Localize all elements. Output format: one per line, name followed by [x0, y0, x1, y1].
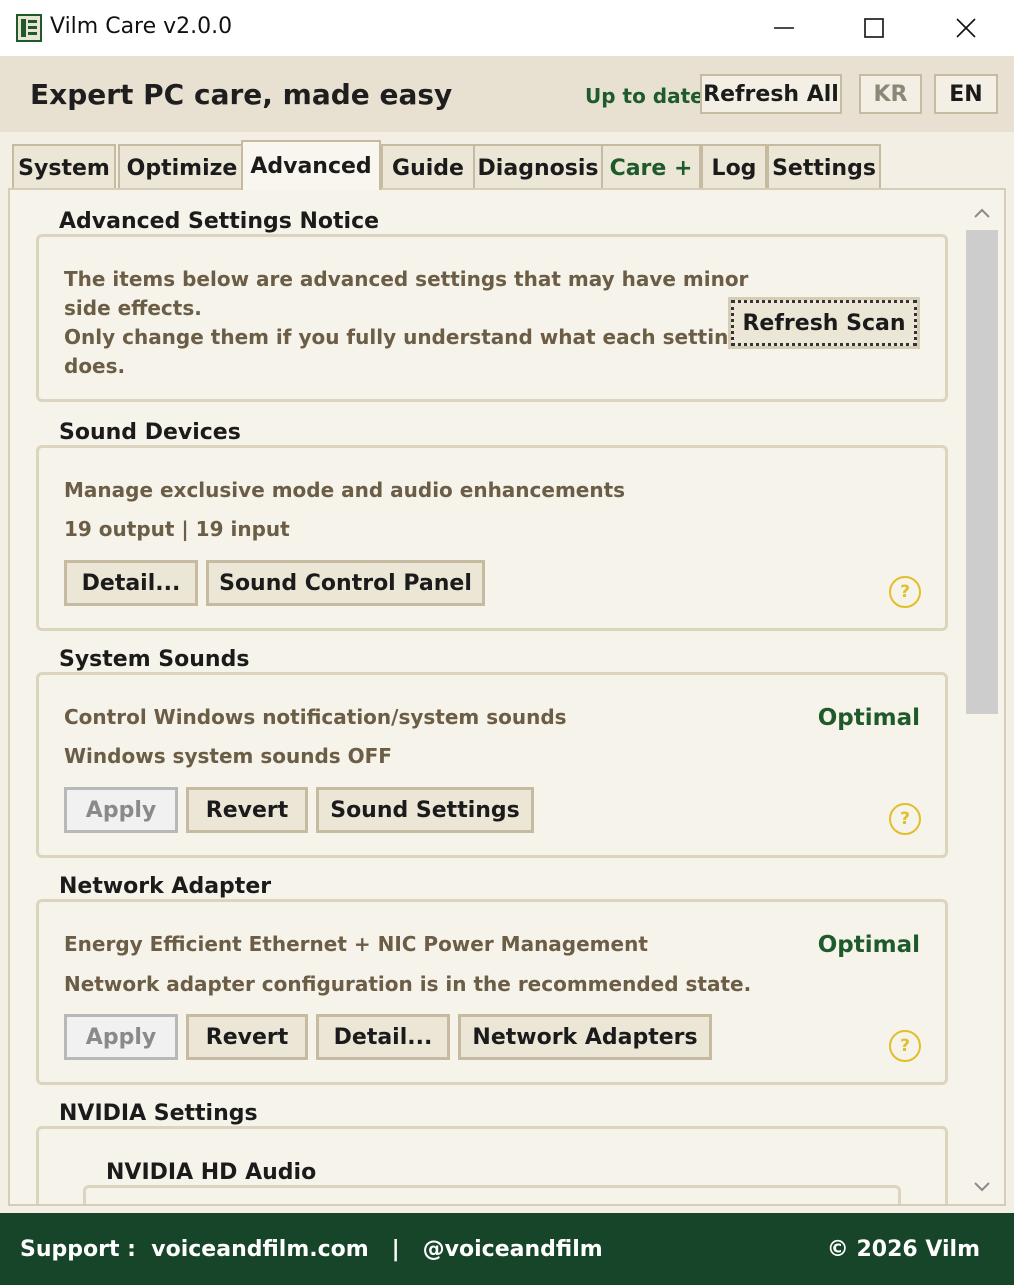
window-title: Vilm Care v2.0.0 — [50, 14, 233, 39]
tab-system[interactable]: System — [12, 144, 116, 190]
lang-kr-button[interactable]: KR — [859, 74, 922, 114]
advanced-notice-group: Advanced Settings Notice The items below… — [36, 209, 948, 402]
vertical-scrollbar[interactable] — [965, 200, 999, 1200]
apply-button[interactable]: Apply — [64, 787, 178, 833]
network-adapter-desc: Energy Efficient Ethernet + NIC Power Ma… — [64, 932, 648, 956]
help-icon[interactable]: ? — [889, 576, 921, 608]
refresh-all-button[interactable]: Refresh All — [700, 74, 842, 114]
nvidia-hd-audio-group: NVIDIA HD Audio — [83, 1160, 901, 1204]
close-icon — [956, 18, 976, 38]
tab-diagnosis[interactable]: Diagnosis — [473, 144, 603, 190]
footer-bar: Support : voiceandfilm.com | @voiceandfi… — [0, 1213, 1014, 1285]
minimize-button[interactable] — [738, 0, 830, 56]
advanced-panel: Advanced Settings Notice The items below… — [8, 188, 1006, 1206]
lang-en-button[interactable]: EN — [934, 74, 998, 114]
title-bar: Vilm Care v2.0.0 — [0, 0, 1014, 56]
group-title: Network Adapter — [51, 874, 286, 899]
revert-button[interactable]: Revert — [186, 1014, 308, 1060]
refresh-scan-button[interactable]: Refresh Scan — [728, 297, 920, 349]
network-detail-button[interactable]: Detail... — [316, 1014, 450, 1060]
network-adapter-detail: Network adapter configuration is in the … — [64, 972, 752, 996]
system-sounds-desc: Control Windows notification/system soun… — [64, 705, 567, 729]
maximize-button[interactable] — [828, 0, 920, 56]
group-title: System Sounds — [51, 647, 264, 672]
system-sounds-detail: Windows system sounds OFF — [64, 744, 392, 768]
maximize-icon — [864, 18, 884, 38]
apply-button[interactable]: Apply — [64, 1014, 178, 1060]
scroll-up-button[interactable] — [965, 200, 999, 226]
notice-text: The items below are advanced settings th… — [64, 267, 749, 378]
status-badge: Optimal — [817, 705, 920, 731]
tab-settings[interactable]: Settings — [767, 144, 881, 190]
system-sounds-group: System Sounds Control Windows notificati… — [36, 647, 948, 858]
group-title: NVIDIA HD Audio — [98, 1160, 331, 1185]
tagline: Expert PC care, made easy — [30, 78, 453, 111]
sound-devices-detail: 19 output | 19 input — [64, 517, 290, 541]
sound-settings-button[interactable]: Sound Settings — [316, 787, 534, 833]
close-button[interactable] — [920, 0, 1012, 56]
sound-devices-desc: Manage exclusive mode and audio enhancem… — [64, 478, 626, 502]
sound-detail-button[interactable]: Detail... — [64, 560, 198, 606]
sound-devices-group: Sound Devices Manage exclusive mode and … — [36, 420, 948, 631]
sound-control-panel-button[interactable]: Sound Control Panel — [206, 560, 485, 606]
minimize-icon — [774, 27, 794, 29]
tab-care-plus[interactable]: Care + — [601, 144, 701, 190]
help-icon[interactable]: ? — [889, 1030, 921, 1062]
scroll-thumb[interactable] — [966, 230, 998, 714]
tab-optimize[interactable]: Optimize — [118, 144, 246, 190]
scroll-down-button[interactable] — [965, 1174, 999, 1200]
tab-log[interactable]: Log — [701, 144, 767, 190]
revert-button[interactable]: Revert — [186, 787, 308, 833]
chevron-up-icon — [974, 208, 990, 218]
help-icon[interactable]: ? — [889, 803, 921, 835]
status-badge: Optimal — [817, 932, 920, 958]
app-logo-icon — [16, 14, 42, 42]
network-adapter-group: Network Adapter Energy Efficient Etherne… — [36, 874, 948, 1085]
group-title: Advanced Settings Notice — [51, 209, 394, 234]
support-text: Support : voiceandfilm.com | @voiceandfi… — [20, 1237, 603, 1262]
app-header: Expert PC care, made easy Up to date Ref… — [0, 56, 1014, 132]
tab-guide[interactable]: Guide — [381, 144, 475, 190]
update-status: Up to date — [585, 84, 704, 108]
nvidia-settings-group: NVIDIA Settings NVIDIA HD Audio — [36, 1101, 948, 1204]
copyright-text: © 2026 Vilm — [826, 1237, 980, 1262]
tab-advanced[interactable]: Advanced — [241, 140, 381, 190]
network-adapters-button[interactable]: Network Adapters — [458, 1014, 712, 1060]
chevron-down-icon — [974, 1182, 990, 1192]
group-title: NVIDIA Settings — [51, 1101, 272, 1126]
group-title: Sound Devices — [51, 420, 255, 445]
